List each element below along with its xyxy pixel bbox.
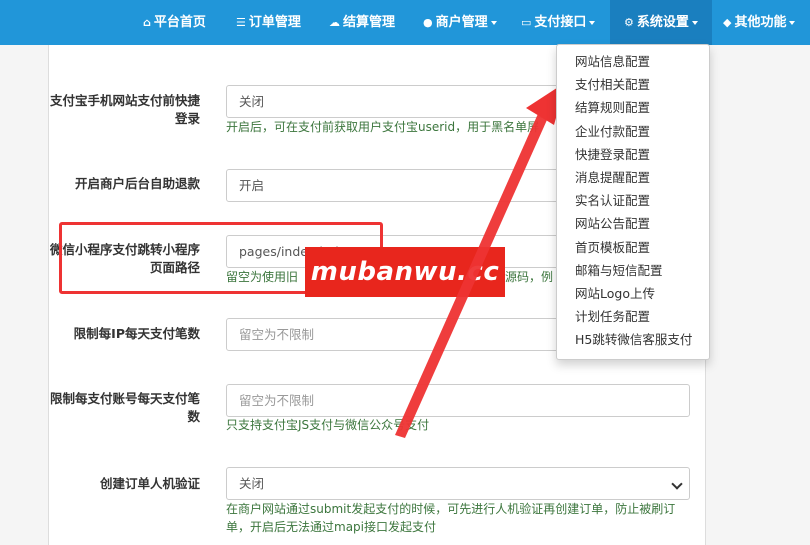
nav-payment-interface-label: 支付接口: [534, 15, 587, 30]
label-limit-per-account: 限制每支付账号每天支付笔数: [49, 391, 200, 424]
nav-other-functions[interactable]: ◆ 其他功能: [723, 0, 796, 45]
watermark: mubanwu.cc: [305, 247, 505, 297]
nav-orders[interactable]: ☰ 订单管理: [236, 0, 301, 45]
input-limit-per-account[interactable]: 留空为不限制: [226, 384, 690, 417]
menu-item-message-reminder[interactable]: 消息提醒配置: [557, 166, 709, 189]
nav-settlement[interactable]: ☁ 结算管理: [329, 0, 395, 45]
label-limit-per-ip: 限制每IP每天支付笔数: [73, 326, 200, 341]
nav-payment-interface[interactable]: ▭ 支付接口: [521, 0, 596, 45]
system-settings-dropdown: 网站信息配置 支付相关配置 结算规则配置 企业付款配置 快捷登录配置 消息提醒配…: [556, 44, 710, 360]
menu-item-h5-wechat-service[interactable]: H5跳转微信客服支付: [557, 328, 709, 351]
help-wechat-miniprogram-path-tail: 源码，例: [505, 270, 554, 284]
menu-item-site-announcement[interactable]: 网站公告配置: [557, 212, 709, 235]
nav-system-settings-label: 系统设置: [636, 15, 689, 30]
nav-system-settings[interactable]: ⚙ 系统设置: [610, 0, 712, 45]
input-placeholder: 留空为不限制: [239, 327, 315, 342]
select-value: 开启: [239, 178, 265, 193]
caret-down-icon: [490, 20, 497, 25]
menu-item-real-name-auth[interactable]: 实名认证配置: [557, 189, 709, 212]
nav-merchants-label: 商户管理: [435, 15, 488, 30]
label-captcha-before-order: 创建订单人机验证: [99, 476, 200, 491]
help-alipay-quick-login: 开启后，可在支付前获取用户支付宝userid，用于黑名单屏: [226, 120, 540, 134]
nav-home-label: 平台首页: [153, 15, 206, 30]
help-limit-per-account: 只支持支付宝JS支付与微信公众号支付: [226, 418, 430, 432]
gear-icon: ⚙: [624, 16, 634, 29]
menu-item-settlement-rules[interactable]: 结算规则配置: [557, 96, 709, 119]
chevron-down-icon: [671, 478, 683, 490]
cube-icon: ◆: [723, 16, 732, 29]
menu-item-email-sms[interactable]: 邮箱与短信配置: [557, 259, 709, 282]
caret-down-icon: [789, 20, 796, 25]
nav-merchants[interactable]: ● 商户管理: [423, 0, 497, 45]
select-captcha-before-order[interactable]: 关闭: [226, 467, 690, 500]
menu-item-quick-login[interactable]: 快捷登录配置: [557, 143, 709, 166]
caret-down-icon: [691, 20, 698, 25]
select-value: 关闭: [239, 476, 265, 491]
menu-item-payment-config[interactable]: 支付相关配置: [557, 73, 709, 96]
top-navbar: ⌂ 平台首页 ☰ 订单管理 ☁ 结算管理 ● 商户管理 ▭ 支付接口 ⚙ 系统设置 ◆ 其他功…: [0, 0, 810, 45]
label-merchant-self-refund: 开启商户后台自助退款: [74, 176, 200, 191]
menu-item-enterprise-payment[interactable]: 企业付款配置: [557, 120, 709, 143]
menu-item-logo-upload[interactable]: 网站Logo上传: [557, 282, 709, 305]
menu-item-homepage-template[interactable]: 首页模板配置: [557, 236, 709, 259]
help-captcha-before-order: 在商户网站通过submit发起支付的时候，可先进行人机验证再创建订单，防止被刷订…: [226, 502, 676, 534]
list-icon: ☰: [236, 16, 246, 29]
user-icon: ●: [423, 16, 433, 29]
input-placeholder: 留空为不限制: [239, 393, 315, 408]
nav-home[interactable]: ⌂ 平台首页: [143, 0, 206, 45]
nav-orders-label: 订单管理: [248, 15, 301, 30]
home-icon: ⌂: [143, 16, 151, 29]
nav-other-functions-label: 其他功能: [734, 15, 787, 30]
cloud-icon: ☁: [329, 16, 340, 29]
label-alipay-quick-login: 支付宝手机网站支付前快捷登录: [49, 93, 200, 126]
menu-item-scheduled-tasks[interactable]: 计划任务配置: [557, 305, 709, 328]
menu-item-site-info[interactable]: 网站信息配置: [557, 50, 709, 73]
credit-card-icon: ▭: [521, 16, 532, 29]
select-value: 关闭: [239, 94, 265, 109]
caret-down-icon: [589, 20, 596, 25]
nav-settlement-label: 结算管理: [343, 15, 396, 30]
